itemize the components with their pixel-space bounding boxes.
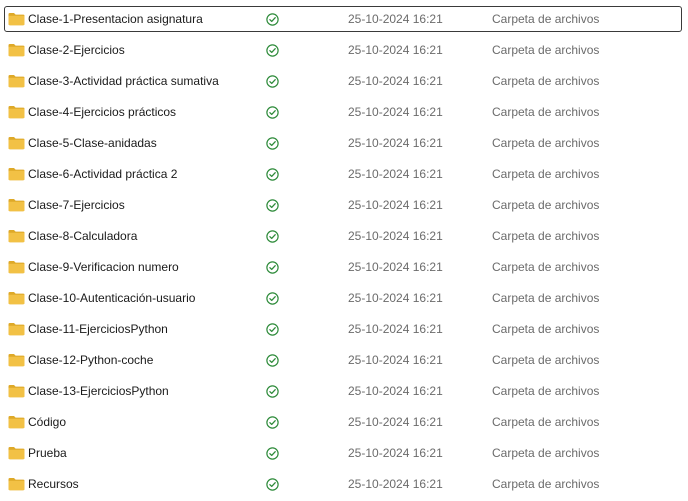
file-type: Carpeta de archivos: [492, 322, 600, 336]
file-type: Carpeta de archivos: [492, 43, 600, 57]
check-circle-icon: [266, 323, 279, 336]
date-modified: 25-10-2024 16:21: [348, 353, 443, 367]
file-row[interactable]: Clase-2-Ejercicios 25-10-2024 16:21 Carpet…: [4, 37, 682, 63]
file-type: Carpeta de archivos: [492, 260, 600, 274]
check-circle-icon: [266, 261, 279, 274]
file-type: Carpeta de archivos: [492, 198, 600, 212]
date-modified: 25-10-2024 16:21: [348, 43, 443, 57]
file-type: Carpeta de archivos: [492, 136, 600, 150]
file-type: Carpeta de archivos: [492, 229, 600, 243]
folder-icon: [8, 168, 25, 181]
file-name: Clase-8-Calculadora: [28, 229, 138, 243]
file-row[interactable]: Recursos 25-10-2024 16:21 Carpeta de archi…: [4, 471, 682, 497]
date-modified: 25-10-2024 16:21: [348, 167, 443, 181]
folder-icon: [8, 447, 25, 460]
file-row[interactable]: Clase-13-EjerciciosPython 25-10-2024 16:2…: [4, 378, 682, 404]
date-modified: 25-10-2024 16:21: [348, 260, 443, 274]
file-name: Clase-7-Ejercicios: [28, 198, 125, 212]
file-name: Clase-4-Ejercicios prácticos: [28, 105, 177, 119]
date-modified: 25-10-2024 16:21: [348, 198, 443, 212]
file-row[interactable]: Clase-9-Verificacion numero 25-10-2024 16…: [4, 254, 682, 280]
folder-icon: [8, 292, 25, 305]
check-circle-icon: [266, 354, 279, 367]
file-type: Carpeta de archivos: [492, 446, 600, 460]
check-circle-icon: [266, 230, 279, 243]
folder-icon: [8, 199, 25, 212]
file-row[interactable]: Clase-12-Python-coche 25-10-2024 16:21 Car…: [4, 347, 682, 373]
folder-icon: [8, 416, 25, 429]
folder-icon: [8, 137, 25, 150]
folder-icon: [8, 354, 25, 367]
check-circle-icon: [266, 137, 279, 150]
check-circle-icon: [266, 292, 279, 305]
file-row[interactable]: Clase-5-Clase-anidadas 25-10-2024 16:21 Ca…: [4, 130, 682, 156]
date-modified: 25-10-2024 16:21: [348, 384, 443, 398]
file-type: Carpeta de archivos: [492, 105, 600, 119]
check-circle-icon: [266, 447, 279, 460]
file-row[interactable]: Clase-1-Presentacion asignatura 25-10-202…: [4, 6, 682, 32]
date-modified: 25-10-2024 16:21: [348, 477, 443, 491]
file-name: Clase-6-Actividad práctica 2: [28, 167, 178, 181]
date-modified: 25-10-2024 16:21: [348, 74, 443, 88]
file-type: Carpeta de archivos: [492, 167, 600, 181]
file-row[interactable]: Clase-7-Ejercicios 25-10-2024 16:21 Carpet…: [4, 192, 682, 218]
folder-icon: [8, 13, 25, 26]
check-circle-icon: [266, 106, 279, 119]
file-name: Clase-5-Clase-anidadas: [28, 136, 157, 150]
date-modified: 25-10-2024 16:21: [348, 291, 443, 305]
check-circle-icon: [266, 44, 279, 57]
file-name: Clase-2-Ejercicios: [28, 43, 125, 57]
file-name: Clase-10-Autenticación-usuario: [28, 291, 196, 305]
date-modified: 25-10-2024 16:21: [348, 229, 443, 243]
date-modified: 25-10-2024 16:21: [348, 136, 443, 150]
file-name: Clase-13-EjerciciosPython: [28, 384, 169, 398]
check-circle-icon: [266, 168, 279, 181]
check-circle-icon: [266, 416, 279, 429]
file-row[interactable]: Prueba 25-10-2024 16:21 Carpeta de archivo…: [4, 440, 682, 466]
file-row[interactable]: Clase-11-EjerciciosPython 25-10-2024 16:2…: [4, 316, 682, 342]
file-type: Carpeta de archivos: [492, 12, 600, 26]
file-name: Clase-11-EjerciciosPython: [28, 322, 168, 336]
check-circle-icon: [266, 75, 279, 88]
file-row[interactable]: Clase-4-Ejercicios prácticos 25-10-2024 1…: [4, 99, 682, 125]
file-name: Clase-1-Presentacion asignatura: [28, 12, 203, 26]
file-row[interactable]: Clase-6-Actividad práctica 2 25-10-2024 1…: [4, 161, 682, 187]
file-type: Carpeta de archivos: [492, 353, 600, 367]
file-name: Prueba: [28, 446, 67, 460]
check-circle-icon: [266, 199, 279, 212]
file-name: Recursos: [28, 477, 79, 491]
folder-icon: [8, 478, 25, 491]
check-circle-icon: [266, 13, 279, 26]
file-row[interactable]: Código 25-10-2024 16:21 Carpeta de archivo…: [4, 409, 682, 435]
folder-icon: [8, 44, 25, 57]
file-type: Carpeta de archivos: [492, 74, 600, 88]
file-type: Carpeta de archivos: [492, 415, 600, 429]
file-name: Clase-3-Actividad práctica sumativa: [28, 74, 219, 88]
file-name: Clase-12-Python-coche: [28, 353, 154, 367]
file-type: Carpeta de archivos: [492, 384, 600, 398]
file-type: Carpeta de archivos: [492, 477, 600, 491]
file-row[interactable]: Clase-3-Actividad práctica sumativa 25-10…: [4, 68, 682, 94]
date-modified: 25-10-2024 16:21: [348, 446, 443, 460]
check-circle-icon: [266, 478, 279, 491]
file-row[interactable]: Clase-8-Calculadora 25-10-2024 16:21 Carpe…: [4, 223, 682, 249]
date-modified: 25-10-2024 16:21: [348, 415, 443, 429]
folder-icon: [8, 230, 25, 243]
folder-icon: [8, 106, 25, 119]
date-modified: 25-10-2024 16:21: [348, 12, 443, 26]
folder-icon: [8, 323, 25, 336]
file-name: Código: [28, 415, 67, 429]
folder-icon: [8, 75, 25, 88]
file-type: Carpeta de archivos: [492, 291, 600, 305]
file-name: Clase-9-Verificacion numero: [28, 260, 179, 274]
folder-icon: [8, 261, 25, 274]
file-row[interactable]: Clase-10-Autenticación-usuario 25-10-2024…: [4, 285, 682, 311]
check-circle-icon: [266, 385, 279, 398]
folder-icon: [8, 385, 25, 398]
date-modified: 25-10-2024 16:21: [348, 105, 443, 119]
file-list: Clase-1-Presentacion asignatura 25-10-202…: [0, 0, 688, 501]
date-modified: 25-10-2024 16:21: [348, 322, 443, 336]
